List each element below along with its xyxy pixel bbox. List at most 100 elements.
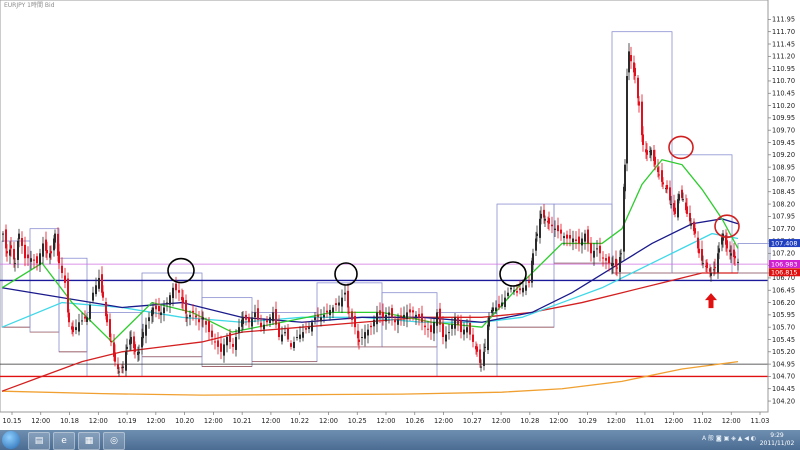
- x-tick-label: 12:00: [376, 417, 395, 425]
- candle-body: [320, 317, 322, 322]
- candle-body: [130, 337, 132, 344]
- candle-body: [178, 290, 180, 293]
- x-tick-label: 12:00: [664, 417, 683, 425]
- candle-body: [266, 320, 268, 323]
- candle-body: [584, 233, 586, 242]
- x-axis: 10.15 12:00 10.18 12:00 10.19 12:00 10.20 12:00…: [0, 411, 769, 425]
- y-tick-label: 108.70: [772, 176, 795, 184]
- taskbar: ▤ e ▦ ◎ A 般 ◙ ▣ ◈ ▲ ◀ ◐ 9:29 2011/11/02: [0, 430, 800, 450]
- y-tick-label: 110.95: [772, 65, 795, 73]
- candle-body: [260, 322, 262, 328]
- y-tick-label: 109.45: [772, 139, 795, 147]
- candle-body: [2, 233, 4, 235]
- candle-body: [192, 310, 194, 313]
- candle-body: [379, 310, 381, 315]
- candle-body: [68, 312, 70, 323]
- candle-body: [525, 285, 527, 291]
- candle-body: [335, 303, 337, 306]
- candle-body: [445, 334, 447, 342]
- candle-body: [646, 150, 648, 155]
- app-icon: ◎: [110, 436, 118, 446]
- candle-body: [624, 164, 626, 192]
- candle-body: [293, 341, 295, 349]
- candle-body: [138, 351, 140, 354]
- candle-body: [148, 317, 150, 322]
- candle-body: [483, 351, 485, 366]
- candle-body: [182, 297, 184, 303]
- price-chart[interactable]: 111.95 111.70 111.45 111.20 110.95 110.70 110.…: [0, 0, 800, 430]
- candle-body: [75, 327, 77, 331]
- y-tick-label: 105.70: [772, 323, 795, 331]
- start-button[interactable]: [2, 431, 20, 449]
- candle-body: [421, 313, 423, 323]
- x-tick-label: 10.25: [348, 417, 367, 425]
- candle-body: [560, 229, 562, 234]
- price-labels: 107.408 106.983106.815: [769, 239, 800, 277]
- candle-body: [367, 329, 369, 336]
- candle-body: [548, 218, 550, 224]
- candle-body: [670, 204, 672, 206]
- y-tick-label: 109.95: [772, 114, 795, 122]
- candle-body: [572, 238, 574, 243]
- candle-body: [737, 261, 739, 263]
- taskbar-app-browser[interactable]: e: [53, 432, 75, 450]
- candle-body: [195, 315, 197, 318]
- y-tick-label: 111.20: [772, 53, 795, 61]
- y-tick-label: 107.95: [772, 213, 795, 221]
- candle-body: [403, 314, 405, 318]
- x-tick-label: 12:00: [607, 417, 626, 425]
- candle-body: [373, 319, 375, 327]
- candle-body: [67, 278, 69, 313]
- candle-body: [587, 229, 589, 244]
- candle-body: [95, 285, 97, 295]
- taskbar-app-terminal[interactable]: ▦: [78, 432, 100, 450]
- candle-body: [536, 233, 538, 237]
- taskbar-app-other[interactable]: ◎: [103, 432, 125, 450]
- candle-body: [341, 297, 343, 307]
- candle-body: [98, 277, 100, 289]
- candle-body: [54, 233, 56, 243]
- candle-body: [332, 307, 334, 313]
- candle-body: [114, 352, 116, 362]
- candle-body: [678, 194, 680, 201]
- x-tick-label: 10.21: [233, 417, 252, 425]
- candle-body: [302, 332, 304, 338]
- candle-body: [484, 346, 486, 348]
- candle-body: [394, 319, 396, 323]
- candle-body: [448, 332, 450, 334]
- y-tick-label: 110.70: [772, 77, 795, 85]
- candle-body: [466, 327, 468, 333]
- x-tick-label: 10.28: [520, 417, 539, 425]
- candle-body: [463, 329, 465, 335]
- candle-body: [488, 317, 490, 327]
- y-tick-label: 109.70: [772, 126, 795, 134]
- candle-body: [388, 312, 390, 316]
- candle-body: [186, 317, 188, 319]
- candle-body: [61, 265, 63, 274]
- x-tick-label: 12:00: [89, 417, 108, 425]
- folder-icon: ▤: [34, 436, 44, 446]
- candle-body: [385, 314, 387, 322]
- candle-body: [134, 344, 136, 352]
- candle-body: [92, 292, 94, 301]
- candle-body: [46, 250, 48, 254]
- candle-body: [397, 319, 399, 325]
- candle-body: [242, 317, 244, 325]
- candle-body: [454, 317, 456, 329]
- candle-body: [596, 248, 598, 250]
- candle-body: [504, 297, 506, 307]
- taskbar-app-folder[interactable]: ▤: [28, 432, 50, 450]
- candle-body: [163, 307, 165, 314]
- candle-body: [540, 213, 542, 219]
- x-tick-label: 10.22: [290, 417, 309, 425]
- candle-body: [36, 256, 38, 264]
- clock-time: 9:29: [770, 432, 784, 439]
- candle-body: [519, 288, 521, 291]
- candle-body: [608, 256, 610, 264]
- system-tray[interactable]: A 般 ◙ ▣ ◈ ▲ ◀ ◐: [702, 433, 756, 442]
- candle-body: [469, 322, 471, 335]
- candle-body: [235, 337, 237, 350]
- candle-body: [706, 262, 708, 269]
- candle-body: [205, 321, 207, 325]
- clock[interactable]: 9:29 2011/11/02: [758, 432, 796, 448]
